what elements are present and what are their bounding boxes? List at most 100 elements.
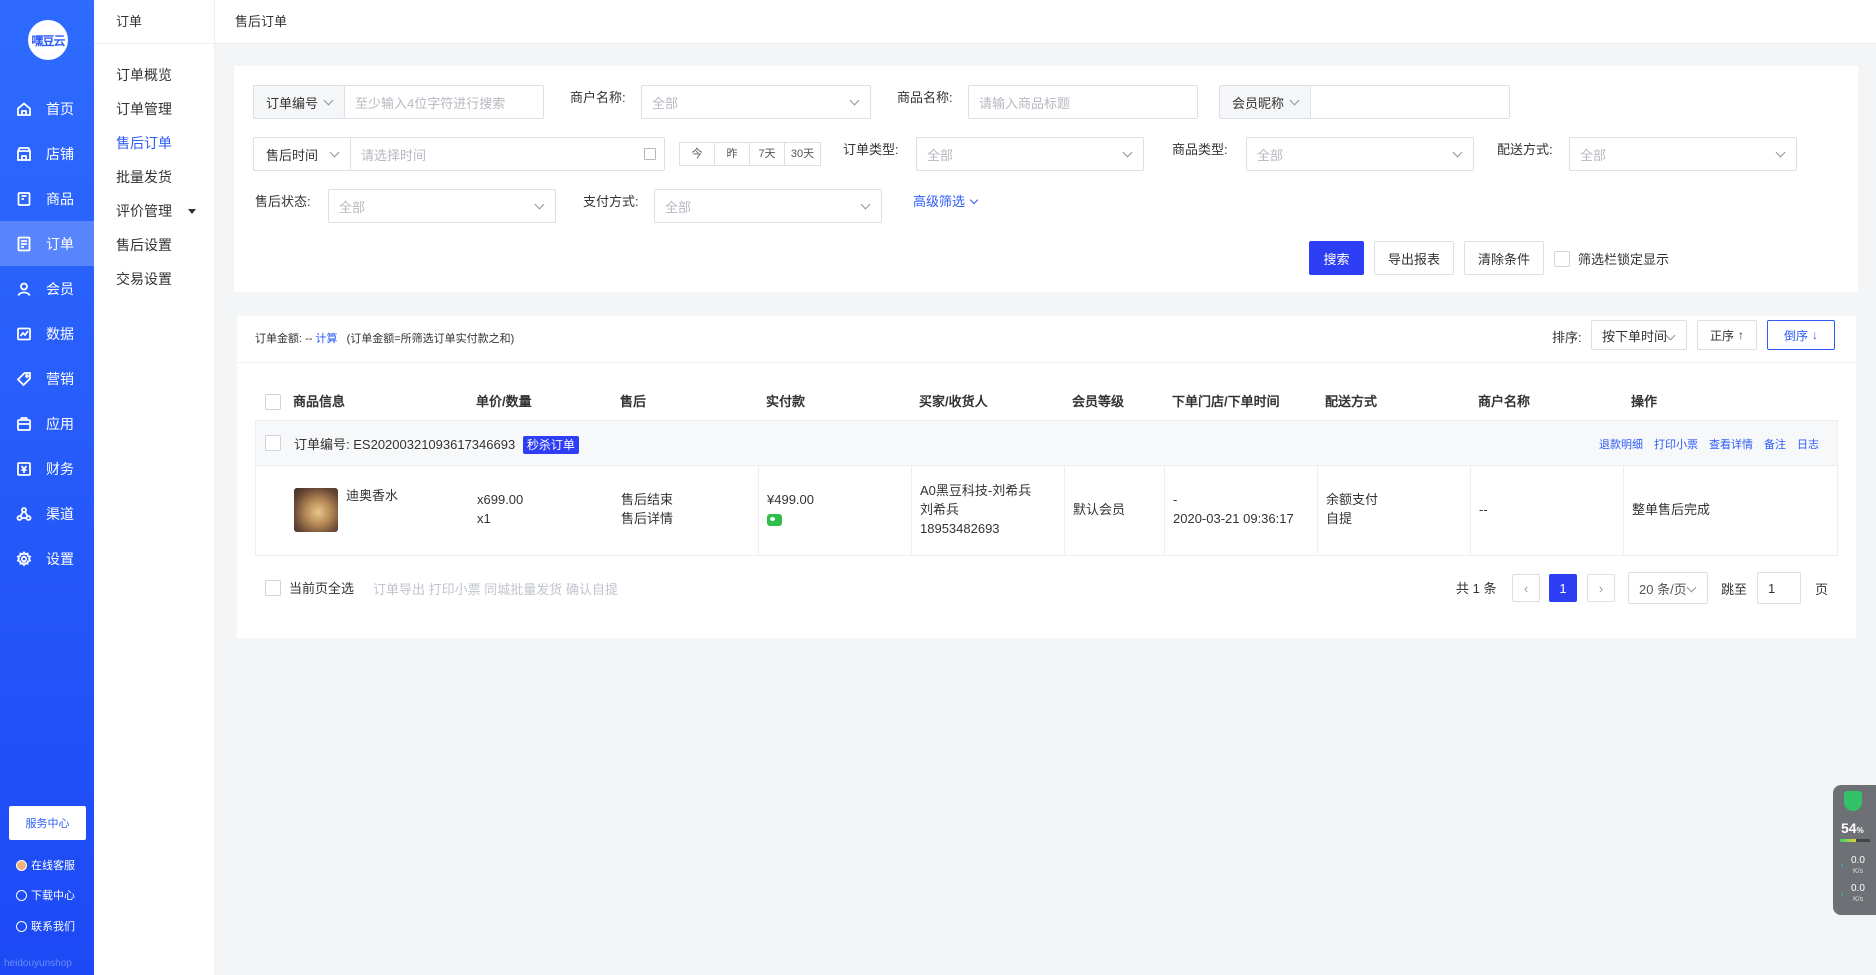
- bulk-actions[interactable]: 订单导出 打印小票 同城批量发货 确认自提: [373, 579, 618, 598]
- next-page-button[interactable]: ›: [1587, 574, 1615, 602]
- network-monitor-widget[interactable]: 54% ↑ 0.0 K/s ↓ 0.0 K/s: [1833, 785, 1876, 915]
- lock-filter-toggle[interactable]: 筛选栏锁定显示: [1554, 249, 1669, 268]
- order-type-label: 订单类型:: [843, 142, 899, 157]
- calendar-icon: [644, 148, 656, 160]
- view-detail-link[interactable]: 查看详情: [1709, 436, 1753, 452]
- nav-item-order[interactable]: 订单: [0, 221, 94, 266]
- page-size-select[interactable]: 20 条/页: [1628, 572, 1708, 604]
- delivery-value: 全部: [1580, 147, 1607, 163]
- chevron-left-icon: ‹: [1523, 580, 1529, 596]
- log-link[interactable]: 日志: [1797, 436, 1819, 452]
- sort-asc-button[interactable]: 正序 ↑: [1697, 320, 1757, 350]
- merchant-select[interactable]: 全部: [641, 85, 871, 119]
- nav-item-home[interactable]: 首页: [0, 86, 94, 131]
- nav-item-channel[interactable]: 渠道: [0, 491, 94, 536]
- order-time: 2020-03-21 09:36:17: [1173, 511, 1294, 526]
- download-center-label: 下载中心: [31, 890, 75, 902]
- online-service-link[interactable]: 在线客服: [16, 857, 75, 873]
- quick-range-today[interactable]: 今: [680, 143, 715, 165]
- col-merchant: 商户名称: [1478, 394, 1531, 409]
- subnav-item-trade-settings[interactable]: 交易设置: [94, 262, 214, 296]
- order-no-placeholder: 至少输入4位字符进行搜索: [355, 95, 506, 111]
- brand-logo[interactable]: 嘿豆云: [28, 20, 68, 60]
- order-no-label: 订单编号:: [294, 437, 350, 452]
- subnav-item-aftersale[interactable]: 售后订单: [94, 126, 214, 160]
- order-icon: [16, 236, 32, 252]
- order-type-select[interactable]: 全部: [916, 137, 1144, 171]
- search-button[interactable]: 搜索: [1309, 241, 1364, 275]
- member-input[interactable]: [1310, 85, 1510, 119]
- nav-item-settings[interactable]: 设置: [0, 536, 94, 581]
- aftersale-status-value: 全部: [339, 199, 366, 215]
- order-no-input[interactable]: 至少输入4位字符进行搜索: [344, 85, 544, 119]
- subnav-item-reviews[interactable]: 评价管理: [94, 194, 214, 228]
- quick-range-7d[interactable]: 7天: [750, 143, 785, 165]
- subnav-item-order-manage[interactable]: 订单管理: [94, 92, 214, 126]
- subnav-item-aftersale-settings[interactable]: 售后设置: [94, 228, 214, 262]
- app-icon: [16, 416, 32, 432]
- nav-item-finance[interactable]: 财务: [0, 446, 94, 491]
- download-icon: [16, 889, 27, 901]
- nav-item-label: 首页: [46, 100, 74, 117]
- goods-type-select[interactable]: 全部: [1246, 137, 1474, 171]
- subnav-item-overview[interactable]: 订单概览: [94, 58, 214, 92]
- quick-range-30d[interactable]: 30天: [785, 143, 820, 165]
- select-all-checkbox[interactable]: [265, 579, 281, 596]
- aftersale-detail-link[interactable]: 售后详情: [621, 509, 673, 528]
- product-thumbnail[interactable]: [294, 488, 338, 532]
- sort-desc-button[interactable]: 倒序 ↓: [1767, 320, 1835, 350]
- buyer-link[interactable]: A0黑豆科技-刘希兵: [920, 481, 1031, 500]
- nav-item-data[interactable]: 数据: [0, 311, 94, 356]
- nav-item-label: 营销: [46, 370, 74, 387]
- goods-name-input[interactable]: 请输入商品标题: [968, 85, 1198, 119]
- prev-page-button[interactable]: ‹: [1512, 574, 1540, 602]
- page-title: 售后订单: [235, 14, 288, 29]
- lock-filter-checkbox[interactable]: [1554, 250, 1570, 267]
- clear-conditions-button[interactable]: 清除条件: [1464, 241, 1544, 275]
- product-name[interactable]: 迪奥香水: [346, 486, 398, 505]
- export-report-button[interactable]: 导出报表: [1374, 241, 1454, 275]
- sort-label: 排序:: [1552, 330, 1582, 345]
- nav-item-goods[interactable]: 商品: [0, 176, 94, 221]
- quick-range-yesterday[interactable]: 昨: [715, 143, 750, 165]
- goods-type-label: 商品类型:: [1172, 142, 1228, 157]
- lock-filter-label: 筛选栏锁定显示: [1578, 252, 1670, 267]
- finance-icon: [16, 461, 32, 477]
- calculate-link[interactable]: 计算: [316, 333, 338, 345]
- sort-field-select[interactable]: 按下单时间: [1591, 320, 1687, 350]
- aftersale-status-select[interactable]: 全部: [328, 189, 556, 223]
- unit-price: x699.00: [477, 492, 524, 507]
- time-type-select[interactable]: 售后时间: [253, 137, 351, 171]
- time-range-input[interactable]: 请选择时间: [350, 137, 665, 171]
- delivery-select[interactable]: 全部: [1569, 137, 1797, 171]
- download-unit: K/s: [1853, 896, 1864, 903]
- order-checkbox[interactable]: [265, 435, 281, 451]
- refund-detail-link[interactable]: 退款明细: [1599, 436, 1643, 452]
- gear-icon: [16, 550, 32, 567]
- subnav-item-batch-ship[interactable]: 批量发货: [94, 160, 214, 194]
- goto-page-value: 1: [1768, 580, 1776, 596]
- download-center-link[interactable]: 下载中心: [16, 887, 75, 903]
- nav-item-store[interactable]: 店铺: [0, 131, 94, 176]
- member-type-select[interactable]: 会员昵称: [1219, 85, 1311, 119]
- receiver-name: 刘希兵: [920, 502, 960, 517]
- col-aftersale: 售后: [620, 394, 647, 409]
- nav-item-member[interactable]: 会员: [0, 266, 94, 311]
- channel-icon: [16, 506, 32, 522]
- order-no-type-select[interactable]: 订单编号: [253, 85, 345, 119]
- print-receipt-link[interactable]: 打印小票: [1654, 436, 1698, 452]
- page-button[interactable]: 1: [1549, 574, 1577, 602]
- nav-item-app[interactable]: 应用: [0, 401, 94, 446]
- pay-method-select[interactable]: 全部: [654, 189, 882, 223]
- col-buyer: 买家/收货人: [919, 394, 988, 409]
- select-all-footer[interactable]: 当前页全选: [265, 578, 354, 597]
- select-all-header-checkbox[interactable]: [265, 394, 281, 410]
- remark-link[interactable]: 备注: [1764, 436, 1786, 452]
- goto-page-input[interactable]: 1: [1757, 572, 1801, 604]
- nav-item-marketing[interactable]: 营销: [0, 356, 94, 401]
- quantity: x1: [477, 511, 491, 526]
- advanced-filter-toggle[interactable]: 高级筛选: [913, 185, 979, 219]
- subnav-item-label: 评价管理: [116, 203, 172, 219]
- contact-us-link[interactable]: 联系我们: [16, 918, 75, 934]
- service-center-button[interactable]: 服务中心: [9, 806, 86, 840]
